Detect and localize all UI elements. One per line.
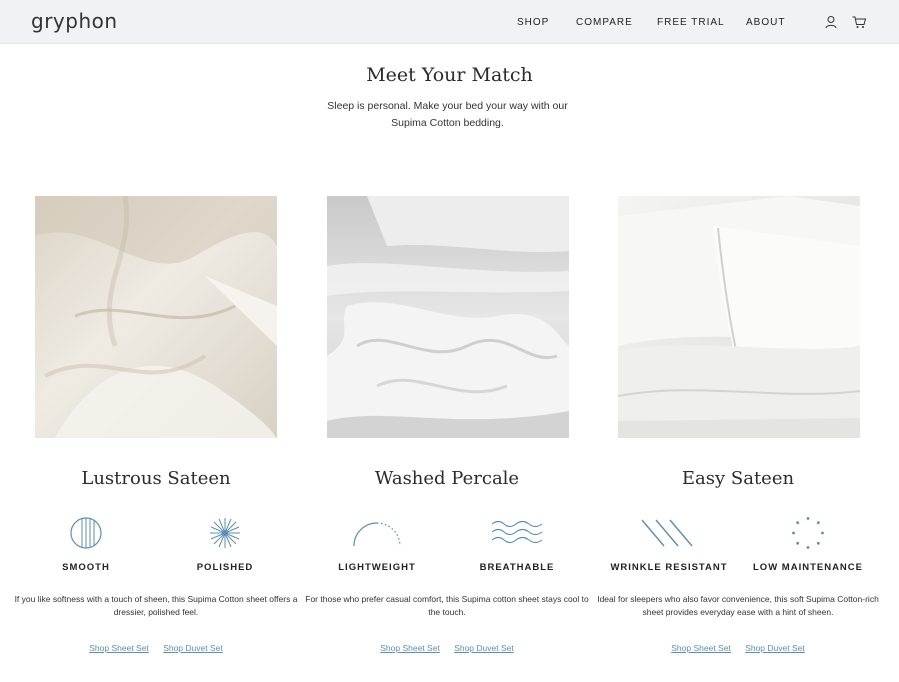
breathable-icon (491, 520, 543, 544)
product-description: For those who prefer casual comfort, thi… (305, 594, 589, 617)
wrinkle-resistant-icon (641, 519, 693, 547)
site-header: gryphon SHOP COMPARE FREE TRIAL ABOUT (0, 0, 899, 44)
product-description: If you like softness with a touch of she… (14, 594, 298, 617)
logo[interactable]: gryphon (31, 9, 118, 33)
feature-label: BREATHABLE (479, 562, 555, 573)
product-title: Lustrous Sateen (81, 468, 231, 489)
feature-lightweight: LIGHTWEIGHT (307, 516, 447, 573)
feature-label: POLISHED (196, 562, 254, 573)
low-maintenance-icon (792, 517, 824, 549)
shop-duvet-set-link[interactable]: Shop Duvet Set (454, 643, 514, 653)
feature-polished: POLISHED (155, 516, 295, 573)
product-links: Shop Sheet Set Shop Duvet Set (592, 643, 884, 653)
feature-low-maintenance: LOW MAINTENANCE (738, 516, 878, 573)
page-title: Meet Your Match (366, 64, 533, 86)
feature-label: WRINKLE RESISTANT (610, 562, 728, 573)
product-title: Washed Percale (374, 468, 520, 489)
nav-free-trial[interactable]: FREE TRIAL (657, 17, 725, 28)
feature-wrinkle-resistant: WRINKLE RESISTANT (599, 516, 739, 573)
product-image-easy-sateen[interactable] (618, 196, 860, 438)
shop-sheet-set-link[interactable]: Shop Sheet Set (89, 643, 149, 653)
feature-smooth: SMOOTH (16, 516, 156, 573)
feature-label: SMOOTH (62, 562, 110, 573)
feature-label: LOW MAINTENANCE (753, 562, 863, 573)
product-image-washed-percale[interactable] (327, 196, 569, 438)
shop-sheet-set-link[interactable]: Shop Sheet Set (380, 643, 440, 653)
polished-icon (210, 518, 240, 548)
cart-icon[interactable] (851, 14, 867, 30)
product-image-lustrous-sateen[interactable] (35, 196, 277, 438)
feature-label: LIGHTWEIGHT (338, 562, 416, 573)
smooth-icon (70, 517, 102, 549)
page-subtitle: Sleep is personal. Make your bed your wa… (327, 100, 568, 129)
product-links: Shop Sheet Set Shop Duvet Set (301, 643, 593, 653)
shop-duvet-set-link[interactable]: Shop Duvet Set (745, 643, 805, 653)
shop-sheet-set-link[interactable]: Shop Sheet Set (671, 643, 731, 653)
user-icon[interactable] (823, 14, 839, 30)
feature-breathable: BREATHABLE (447, 516, 587, 573)
product-links: Shop Sheet Set Shop Duvet Set (10, 643, 302, 653)
product-description: Ideal for sleepers who also favor conven… (597, 594, 879, 617)
nav-compare[interactable]: COMPARE (576, 17, 633, 28)
nav-shop[interactable]: SHOP (517, 17, 549, 28)
lightweight-icon (353, 522, 401, 547)
nav-about[interactable]: ABOUT (746, 17, 785, 28)
shop-duvet-set-link[interactable]: Shop Duvet Set (163, 643, 223, 653)
product-title: Easy Sateen (681, 468, 795, 489)
